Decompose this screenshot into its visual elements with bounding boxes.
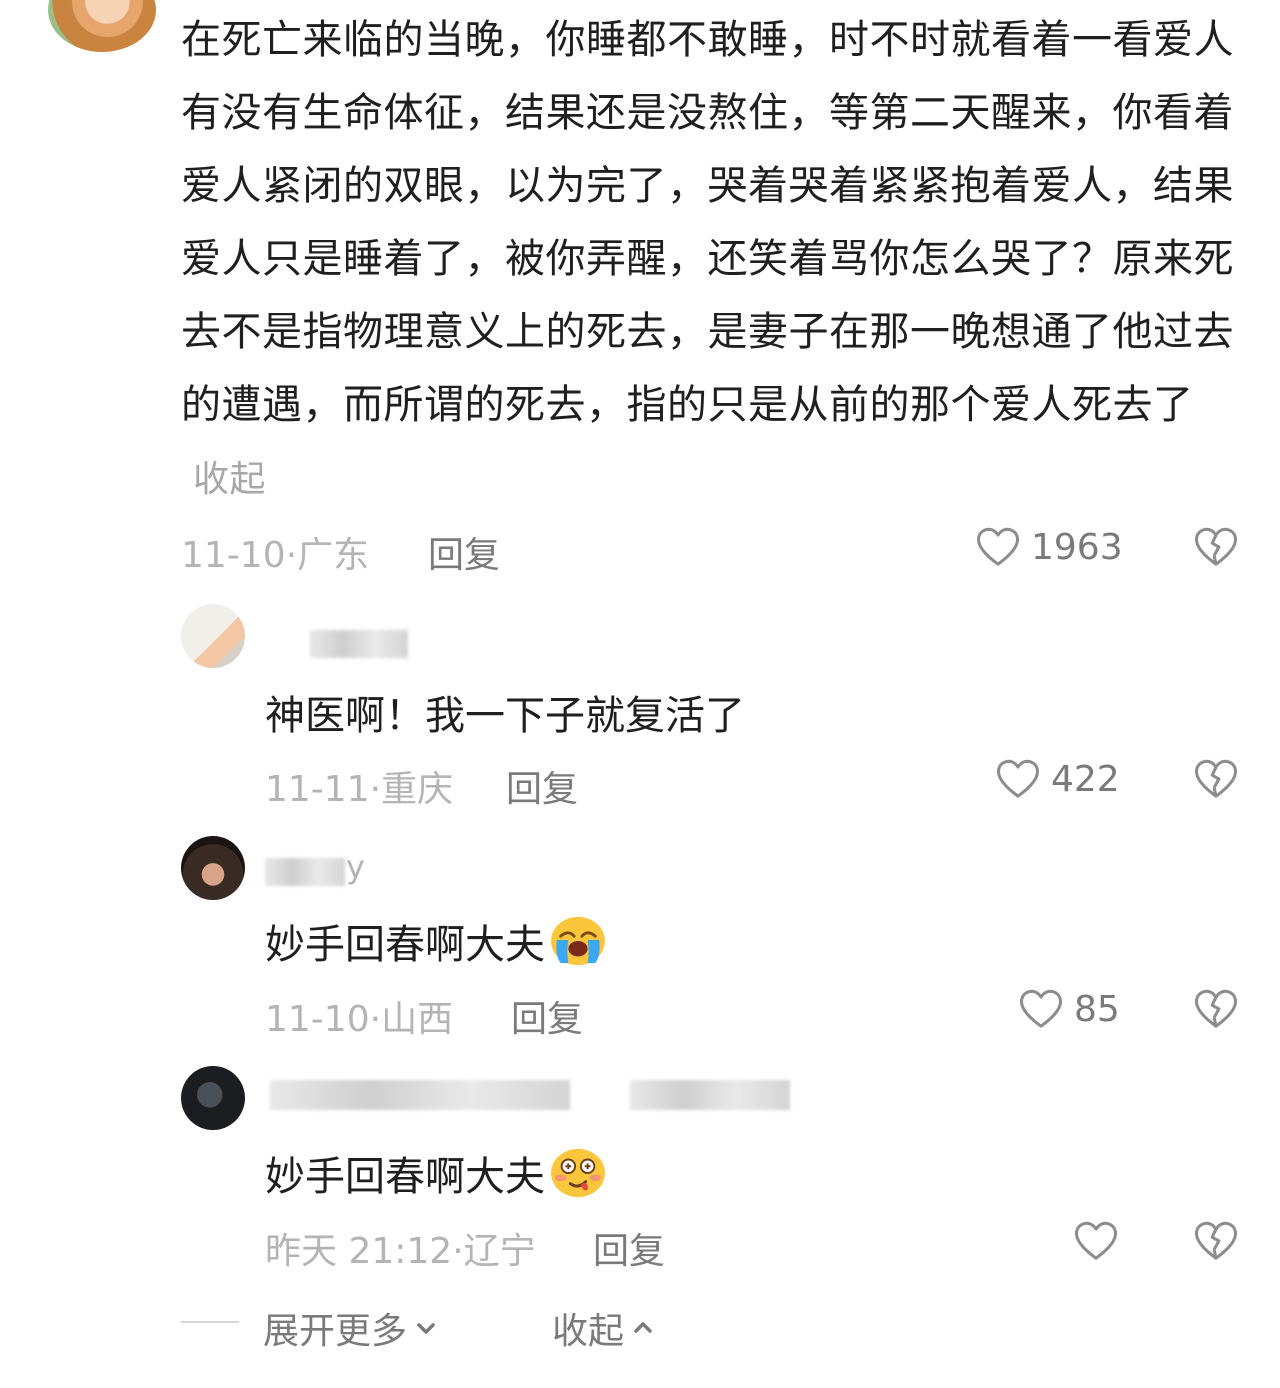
collapse-text-link[interactable]: 收起: [193, 459, 266, 500]
avatar[interactable]: [181, 1066, 245, 1130]
loudly-crying-face-icon: [551, 916, 605, 966]
expand-more-label: 展开更多: [263, 1311, 408, 1352]
username[interactable]: y: [346, 848, 365, 886]
dislike-icon[interactable]: [1193, 988, 1239, 1030]
reply-date: 昨天 21:12: [265, 1231, 453, 1272]
chevron-down-icon: [417, 1323, 435, 1334]
avatar[interactable]: [181, 604, 245, 668]
expand-more-button[interactable]: 展开更多: [263, 1302, 439, 1354]
reply-button[interactable]: 回复: [593, 1222, 665, 1274]
reply-meta: 昨天 21:12·辽宁: [265, 1222, 536, 1274]
collapse-button[interactable]: 收起: [552, 1302, 656, 1354]
reply-text: 神医啊！我一下子就复活了: [265, 693, 745, 739]
collapse-label: 收起: [552, 1311, 625, 1352]
comment-text: 在死亡来临的当晚，你睡都不敢睡，时不时就看着一看爱人有没有生命体征，结果还是没熬…: [181, 4, 1241, 516]
reply-button[interactable]: 回复: [511, 990, 583, 1042]
heart-icon: [996, 759, 1040, 798]
reply-date: 11-10: [265, 999, 370, 1040]
separator: ·: [369, 769, 382, 810]
reply-text: 妙手回春啊大夫: [265, 922, 545, 968]
separator: ·: [285, 535, 298, 576]
heart-icon: [976, 527, 1020, 566]
reply-button[interactable]: 回复: [428, 526, 500, 578]
separator: ·: [369, 999, 382, 1040]
chevron-up-icon: [634, 1322, 652, 1333]
reply-text-row: 妙手回春啊大夫: [265, 912, 607, 970]
reply-text: 妙手回春啊大夫: [265, 1154, 545, 1200]
heart-icon[interactable]: [1073, 1220, 1119, 1262]
reply-location: 重庆: [381, 769, 454, 810]
dislike-icon[interactable]: [1193, 758, 1239, 800]
like-button[interactable]: 422: [995, 758, 1120, 800]
heart-icon: [1019, 989, 1063, 1028]
dislike-icon[interactable]: [1193, 1220, 1239, 1262]
reply-date: 11-11: [265, 769, 370, 810]
separator: ·: [452, 1231, 464, 1272]
like-count: 422: [1051, 758, 1120, 800]
dislike-icon[interactable]: [1193, 526, 1239, 568]
comment-meta: 11-10·广东: [181, 526, 369, 578]
username-blurred[interactable]: [265, 858, 345, 886]
like-button[interactable]: 1963: [975, 526, 1123, 568]
reply-location: 辽宁: [463, 1231, 536, 1272]
reply-button[interactable]: 回复: [506, 760, 578, 812]
avatar[interactable]: [181, 836, 245, 900]
avatar[interactable]: [48, 0, 156, 52]
like-button[interactable]: 85: [1018, 988, 1120, 1030]
like-count: 85: [1074, 988, 1120, 1030]
username-blurred[interactable]: [270, 1080, 570, 1110]
like-count: 1963: [1031, 526, 1123, 568]
reply-text-row: 妙手回春啊大夫: [265, 1144, 607, 1202]
reply-meta: 11-10·山西: [265, 990, 453, 1042]
comment-location: 广东: [297, 535, 370, 576]
divider: [181, 1321, 239, 1323]
reply-location: 山西: [381, 999, 454, 1040]
username-blurred[interactable]: [310, 630, 408, 658]
reply-meta: 11-11·重庆: [265, 760, 453, 812]
woozy-face-icon: [551, 1148, 605, 1198]
comment-body: 在死亡来临的当晚，你睡都不敢睡，时不时就看着一看爱人有没有生命体征，结果还是没熬…: [181, 17, 1234, 428]
username-blurred[interactable]: [630, 1080, 790, 1110]
comment-date: 11-10: [181, 535, 286, 576]
